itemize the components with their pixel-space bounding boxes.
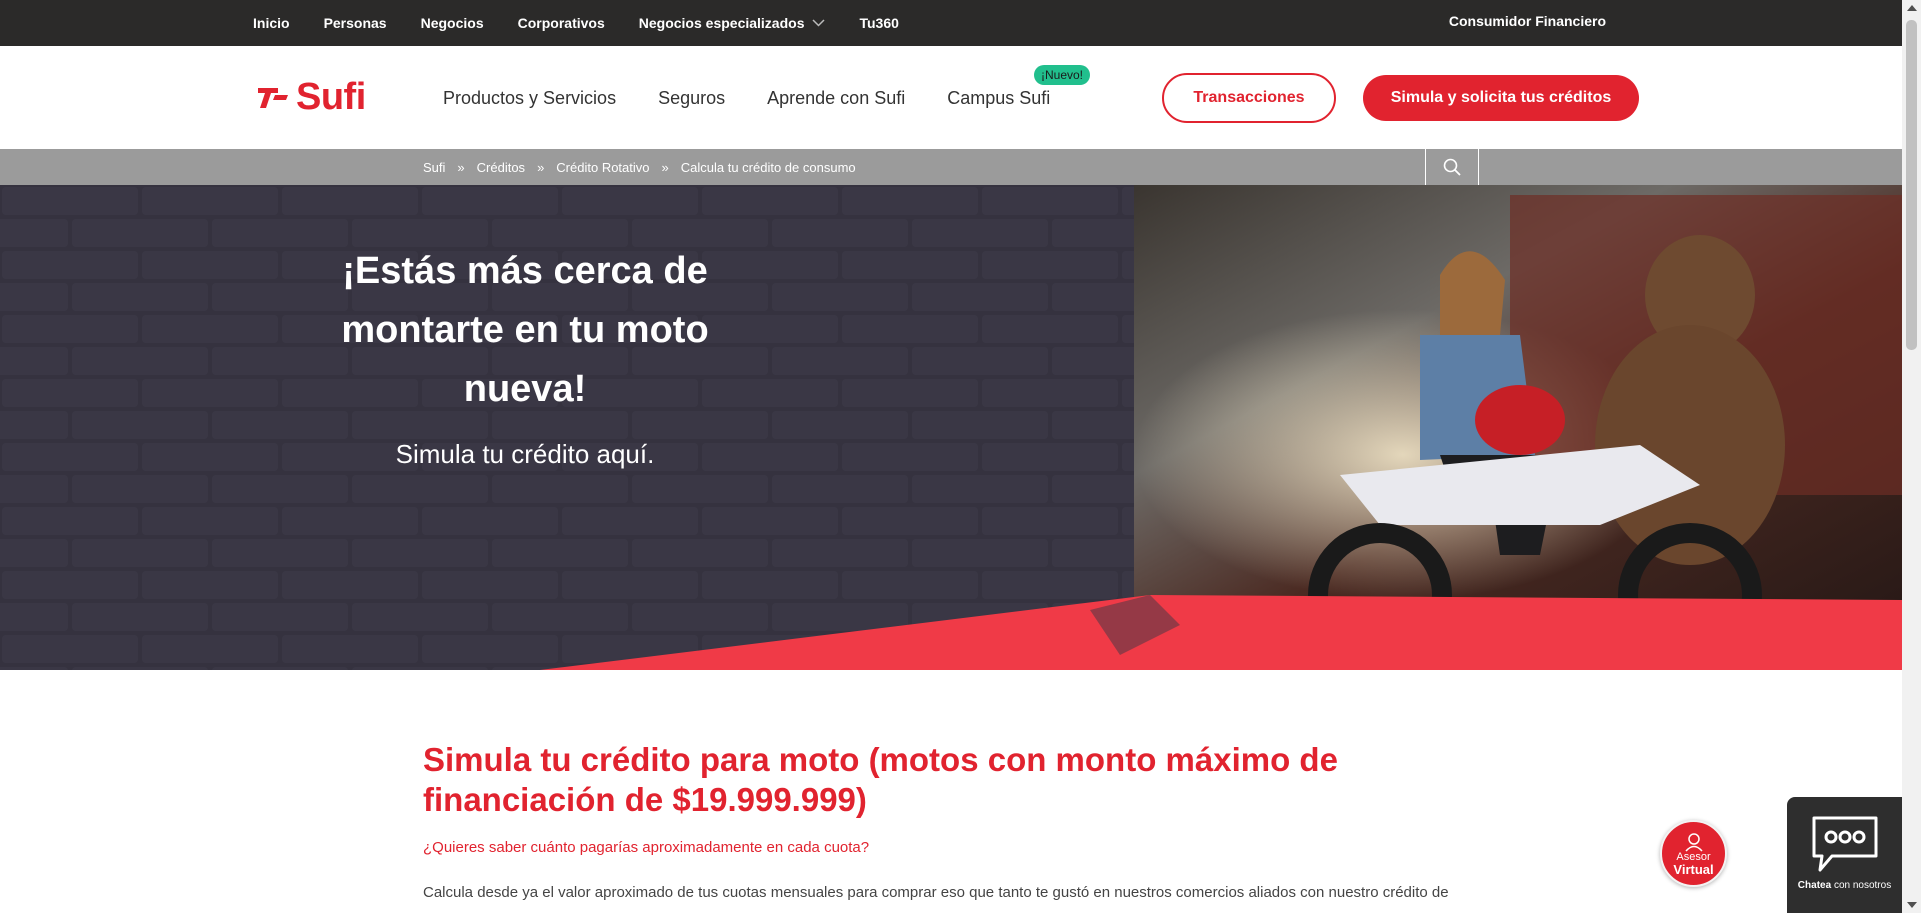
top-nav-personas[interactable]: Personas	[324, 15, 387, 31]
scroll-thumb[interactable]	[1906, 20, 1917, 350]
chat-widget[interactable]: Chatea con nosotros	[1787, 797, 1902, 913]
nav-seguros[interactable]: Seguros	[658, 88, 725, 109]
intro-paragraph: Calcula desde ya el valor aproximado de …	[423, 884, 1449, 901]
page-scrollbar[interactable]	[1902, 0, 1921, 913]
nav-campus-sufi[interactable]: Campus Sufi	[947, 88, 1050, 109]
main-header: Sufi Productos y Servicios Seguros Apren…	[0, 46, 1902, 149]
sufi-logo-icon	[258, 88, 288, 108]
page-heading: Simula tu crédito para moto (motos con m…	[423, 741, 1338, 818]
search-button[interactable]	[1425, 149, 1479, 185]
chat-label: Chatea con nosotros	[1798, 880, 1891, 891]
hero-photo	[1134, 185, 1902, 667]
top-nav-negocios-especializados[interactable]: Negocios especializados	[639, 15, 826, 31]
breadcrumb-item-sufi[interactable]: Sufi	[423, 160, 445, 175]
new-badge: ¡Nuevo!	[1034, 65, 1091, 85]
top-utility-bar: Inicio Personas Negocios Corporativos Ne…	[0, 0, 1902, 46]
top-nav: Inicio Personas Negocios Corporativos Ne…	[253, 0, 899, 46]
breadcrumb-item-current: Calcula tu crédito de consumo	[680, 159, 856, 175]
nav-aprende-con-sufi[interactable]: Aprende con Sufi	[767, 88, 905, 109]
breadcrumb-item-credito-rotativo[interactable]: Crédito Rotativo	[556, 160, 649, 175]
chevron-down-icon	[812, 19, 826, 27]
hero-banner: ¡Estás más cerca de montarte en tu moto …	[0, 185, 1902, 670]
breadcrumb-separator: »	[457, 159, 465, 175]
top-nav-corporativos[interactable]: Corporativos	[518, 15, 605, 31]
transacciones-button[interactable]: Transacciones	[1162, 73, 1336, 123]
hero-background	[0, 185, 1902, 670]
scroll-up-arrow[interactable]	[1907, 5, 1917, 11]
top-nav-tu360[interactable]: Tu360	[859, 15, 898, 31]
breadcrumb: Sufi » Créditos » Crédito Rotativo » Cal…	[423, 149, 856, 185]
breadcrumb-separator: »	[537, 159, 545, 175]
chat-label-bold: Chatea	[1797, 880, 1832, 891]
nav-productos-servicios[interactable]: Productos y Servicios	[443, 88, 616, 109]
top-nav-negocios[interactable]: Negocios	[421, 15, 484, 31]
simula-solicita-button[interactable]: Simula y solicita tus créditos	[1363, 75, 1639, 121]
top-nav-inicio[interactable]: Inicio	[253, 15, 290, 31]
scroll-down-arrow[interactable]	[1907, 902, 1917, 908]
main-nav: Productos y Servicios Seguros Aprende co…	[443, 88, 1050, 109]
virtual-label: Virtual	[1673, 861, 1714, 877]
question-text: ¿Quieres saber cuánto pagarías aproximad…	[423, 839, 870, 856]
hero-title: ¡Estás más cerca de montarte en tu moto …	[341, 250, 709, 410]
hero-subtitle: Simula tu crédito aquí.	[395, 439, 655, 469]
sufi-logo[interactable]: Sufi	[256, 76, 366, 118]
top-nav-negocios-especializados-label: Negocios especializados	[638, 15, 805, 31]
consumidor-financiero-link[interactable]: Consumidor Financiero	[1449, 13, 1606, 29]
breadcrumb-bar: Sufi » Créditos » Crédito Rotativo » Cal…	[0, 149, 1902, 185]
asesor-label: Asesor	[1676, 850, 1711, 863]
search-icon	[1443, 158, 1461, 176]
breadcrumb-item-creditos[interactable]: Créditos	[477, 160, 525, 175]
advisor-icon	[1684, 832, 1703, 852]
asesor-virtual-button[interactable]: Asesor Virtual	[1660, 820, 1727, 887]
breadcrumb-separator: »	[661, 159, 669, 175]
chat-bubble-icon	[1812, 816, 1877, 872]
logo-text: Sufi	[296, 76, 366, 118]
chat-label-rest: con nosotros	[1833, 880, 1892, 891]
